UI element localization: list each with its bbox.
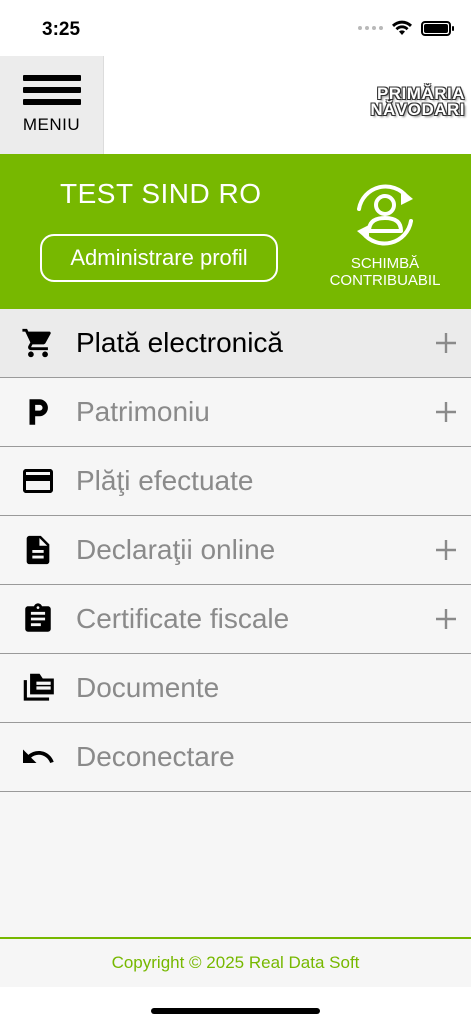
app-header: MENIU PRIMĂRIA NĂVODARI xyxy=(0,56,471,154)
menu-item-label: Deconectare xyxy=(76,741,235,772)
menu-item-label: Patrimoniu xyxy=(76,396,210,427)
cart-icon xyxy=(18,323,58,363)
undo-arrow-icon xyxy=(18,737,58,777)
menu-item-plata-electronica[interactable]: Plată electronică xyxy=(0,309,471,378)
switch-label-line1: SCHIMBĂ xyxy=(350,255,420,272)
credit-card-icon xyxy=(18,461,58,501)
expand-plus-icon[interactable] xyxy=(433,330,459,356)
expand-plus-icon[interactable] xyxy=(433,537,459,563)
primaria-logo: PRIMĂRIA NĂVODARI xyxy=(370,85,465,119)
menu-item-certificate-fiscale[interactable]: Certificate fiscale xyxy=(0,585,471,654)
menu-item-label: Documente xyxy=(76,672,220,703)
hamburger-icon xyxy=(22,75,81,105)
folder-icon xyxy=(18,668,58,708)
menu-item-deconectare[interactable]: Deconectare xyxy=(0,723,471,792)
copyright-text: Copyright © 2025 Real Data Soft xyxy=(111,953,360,972)
status-time: 3:25 xyxy=(42,19,81,40)
status-icons xyxy=(358,20,454,36)
expand-plus-icon[interactable] xyxy=(433,606,459,632)
profile-band: TEST SIND RO Administrare profil SCHIMBĂ… xyxy=(0,154,471,309)
expand-plus-icon[interactable] xyxy=(433,399,459,425)
menu-item-label: Plăţi efectuate xyxy=(76,465,254,496)
user-name: TEST SIND RO xyxy=(60,178,262,209)
clipboard-icon xyxy=(18,599,58,639)
wifi-icon xyxy=(392,20,412,35)
menu-button[interactable]: MENIU xyxy=(0,56,104,154)
menu-item-label: Plată electronică xyxy=(76,327,284,358)
menu-item-patrimoniu[interactable]: Patrimoniu xyxy=(0,378,471,447)
cellular-signal-icon xyxy=(358,26,383,30)
switch-label-line2: CONTRIBUABIL xyxy=(329,272,441,289)
switch-taxpayer-button[interactable]: SCHIMBĂ CONTRIBUABIL xyxy=(320,179,450,289)
status-bar: 3:25 xyxy=(0,0,471,56)
menu-item-documente[interactable]: Documente xyxy=(0,654,471,723)
menu-label: MENIU xyxy=(22,115,81,134)
document-icon xyxy=(18,530,58,570)
parking-p-icon xyxy=(18,392,58,432)
footer: Copyright © 2025 Real Data Soft xyxy=(0,939,471,987)
logo-line2: NĂVODARI xyxy=(370,100,465,119)
menu-item-plati-efectuate[interactable]: Plăţi efectuate xyxy=(0,447,471,516)
battery-icon xyxy=(421,20,454,36)
main-menu-list: Plată electronică Patrimoniu Plăţi efect… xyxy=(0,309,471,792)
menu-item-label: Certificate fiscale xyxy=(76,603,290,634)
menu-item-declaratii-online[interactable]: Declaraţii online xyxy=(0,516,471,585)
home-indicator[interactable] xyxy=(151,1008,320,1014)
admin-profile-button[interactable]: Administrare profil xyxy=(40,234,278,282)
switch-user-icon xyxy=(357,184,413,246)
menu-item-label: Declaraţii online xyxy=(76,534,276,565)
bottom-safe-area xyxy=(0,987,471,1024)
